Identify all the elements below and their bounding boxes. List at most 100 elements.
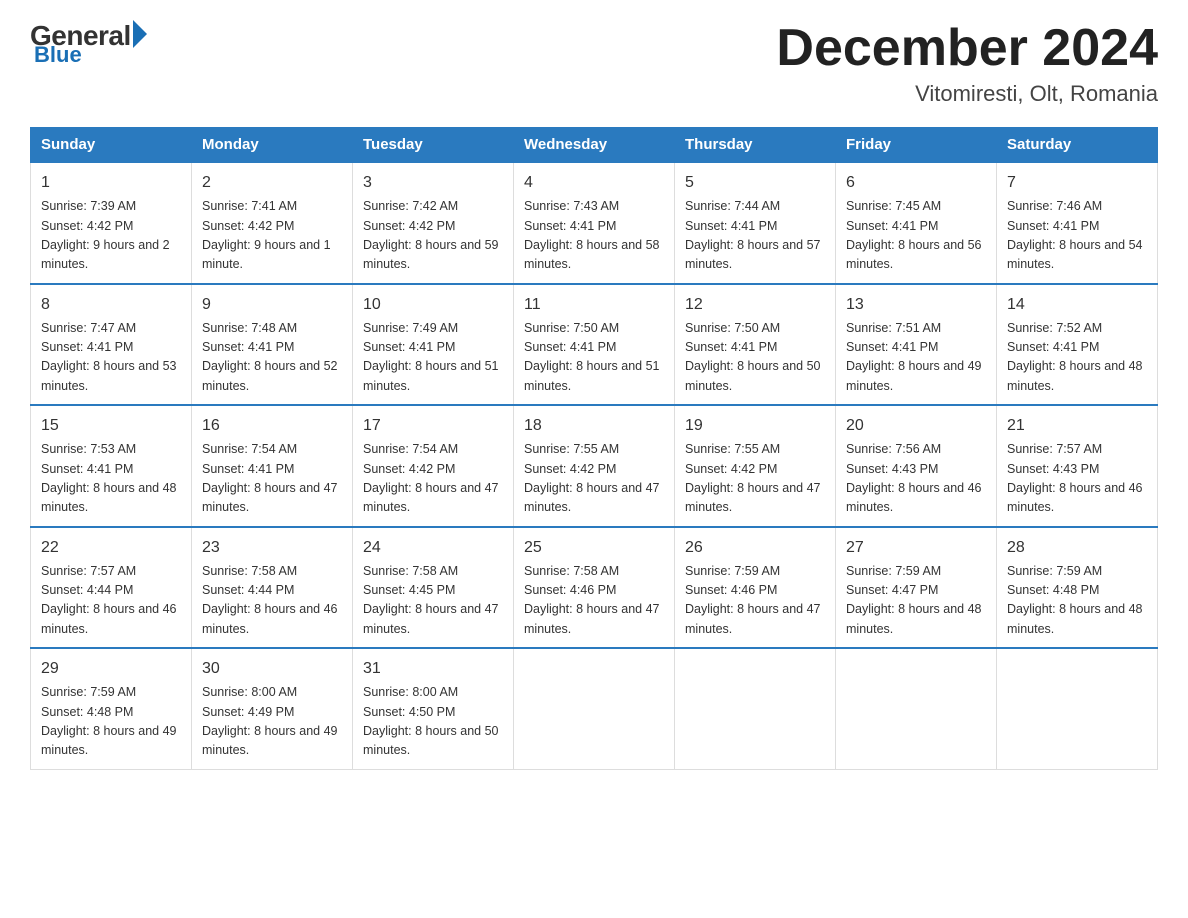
table-row: 23 Sunrise: 7:58 AM Sunset: 4:44 PM Dayl… (192, 527, 353, 649)
calendar-table: Sunday Monday Tuesday Wednesday Thursday… (30, 127, 1158, 770)
table-row: 7 Sunrise: 7:46 AM Sunset: 4:41 PM Dayli… (997, 162, 1158, 284)
calendar-week-row: 29 Sunrise: 7:59 AM Sunset: 4:48 PM Dayl… (31, 648, 1158, 769)
day-info: Sunrise: 7:55 AM Sunset: 4:42 PM Dayligh… (685, 440, 825, 518)
table-row: 12 Sunrise: 7:50 AM Sunset: 4:41 PM Dayl… (675, 284, 836, 406)
table-row: 14 Sunrise: 7:52 AM Sunset: 4:41 PM Dayl… (997, 284, 1158, 406)
day-number: 23 (202, 536, 342, 560)
table-row: 31 Sunrise: 8:00 AM Sunset: 4:50 PM Dayl… (353, 648, 514, 769)
day-info: Sunrise: 7:47 AM Sunset: 4:41 PM Dayligh… (41, 319, 181, 397)
table-row: 1 Sunrise: 7:39 AM Sunset: 4:42 PM Dayli… (31, 162, 192, 284)
table-row: 29 Sunrise: 7:59 AM Sunset: 4:48 PM Dayl… (31, 648, 192, 769)
day-info: Sunrise: 7:50 AM Sunset: 4:41 PM Dayligh… (685, 319, 825, 397)
calendar-week-row: 22 Sunrise: 7:57 AM Sunset: 4:44 PM Dayl… (31, 527, 1158, 649)
day-info: Sunrise: 7:41 AM Sunset: 4:42 PM Dayligh… (202, 197, 342, 275)
col-sunday: Sunday (31, 128, 192, 163)
day-number: 27 (846, 536, 986, 560)
day-number: 12 (685, 293, 825, 317)
day-info: Sunrise: 7:39 AM Sunset: 4:42 PM Dayligh… (41, 197, 181, 275)
day-info: Sunrise: 7:51 AM Sunset: 4:41 PM Dayligh… (846, 319, 986, 397)
day-info: Sunrise: 7:44 AM Sunset: 4:41 PM Dayligh… (685, 197, 825, 275)
table-row: 3 Sunrise: 7:42 AM Sunset: 4:42 PM Dayli… (353, 162, 514, 284)
month-title: December 2024 (776, 20, 1158, 77)
location-subtitle: Vitomiresti, Olt, Romania (776, 81, 1158, 107)
day-number: 11 (524, 293, 664, 317)
col-monday: Monday (192, 128, 353, 163)
day-info: Sunrise: 7:59 AM Sunset: 4:47 PM Dayligh… (846, 562, 986, 640)
day-info: Sunrise: 7:57 AM Sunset: 4:43 PM Dayligh… (1007, 440, 1147, 518)
calendar-week-row: 8 Sunrise: 7:47 AM Sunset: 4:41 PM Dayli… (31, 284, 1158, 406)
logo-arrow-icon (133, 20, 147, 48)
day-info: Sunrise: 7:54 AM Sunset: 4:42 PM Dayligh… (363, 440, 503, 518)
day-info: Sunrise: 7:59 AM Sunset: 4:48 PM Dayligh… (41, 683, 181, 761)
table-row: 8 Sunrise: 7:47 AM Sunset: 4:41 PM Dayli… (31, 284, 192, 406)
day-number: 25 (524, 536, 664, 560)
day-number: 3 (363, 171, 503, 195)
day-info: Sunrise: 8:00 AM Sunset: 4:49 PM Dayligh… (202, 683, 342, 761)
day-info: Sunrise: 7:59 AM Sunset: 4:48 PM Dayligh… (1007, 562, 1147, 640)
day-number: 13 (846, 293, 986, 317)
day-number: 22 (41, 536, 181, 560)
col-wednesday: Wednesday (514, 128, 675, 163)
table-row: 6 Sunrise: 7:45 AM Sunset: 4:41 PM Dayli… (836, 162, 997, 284)
table-row: 24 Sunrise: 7:58 AM Sunset: 4:45 PM Dayl… (353, 527, 514, 649)
table-row: 9 Sunrise: 7:48 AM Sunset: 4:41 PM Dayli… (192, 284, 353, 406)
table-row: 28 Sunrise: 7:59 AM Sunset: 4:48 PM Dayl… (997, 527, 1158, 649)
day-info: Sunrise: 7:52 AM Sunset: 4:41 PM Dayligh… (1007, 319, 1147, 397)
day-number: 9 (202, 293, 342, 317)
day-number: 16 (202, 414, 342, 438)
day-number: 19 (685, 414, 825, 438)
table-row: 17 Sunrise: 7:54 AM Sunset: 4:42 PM Dayl… (353, 405, 514, 527)
logo-blue-text: Blue (34, 42, 82, 68)
table-row: 18 Sunrise: 7:55 AM Sunset: 4:42 PM Dayl… (514, 405, 675, 527)
table-row (997, 648, 1158, 769)
logo: General Blue (30, 20, 147, 68)
day-number: 28 (1007, 536, 1147, 560)
day-info: Sunrise: 7:54 AM Sunset: 4:41 PM Dayligh… (202, 440, 342, 518)
day-number: 7 (1007, 171, 1147, 195)
title-block: December 2024 Vitomiresti, Olt, Romania (776, 20, 1158, 107)
day-number: 10 (363, 293, 503, 317)
table-row: 15 Sunrise: 7:53 AM Sunset: 4:41 PM Dayl… (31, 405, 192, 527)
table-row: 16 Sunrise: 7:54 AM Sunset: 4:41 PM Dayl… (192, 405, 353, 527)
day-number: 17 (363, 414, 503, 438)
day-info: Sunrise: 7:58 AM Sunset: 4:46 PM Dayligh… (524, 562, 664, 640)
day-number: 29 (41, 657, 181, 681)
day-number: 6 (846, 171, 986, 195)
day-number: 21 (1007, 414, 1147, 438)
day-number: 14 (1007, 293, 1147, 317)
table-row: 5 Sunrise: 7:44 AM Sunset: 4:41 PM Dayli… (675, 162, 836, 284)
table-row: 2 Sunrise: 7:41 AM Sunset: 4:42 PM Dayli… (192, 162, 353, 284)
day-info: Sunrise: 7:43 AM Sunset: 4:41 PM Dayligh… (524, 197, 664, 275)
table-row: 11 Sunrise: 7:50 AM Sunset: 4:41 PM Dayl… (514, 284, 675, 406)
day-info: Sunrise: 7:56 AM Sunset: 4:43 PM Dayligh… (846, 440, 986, 518)
col-tuesday: Tuesday (353, 128, 514, 163)
day-info: Sunrise: 7:48 AM Sunset: 4:41 PM Dayligh… (202, 319, 342, 397)
day-number: 8 (41, 293, 181, 317)
day-number: 15 (41, 414, 181, 438)
day-number: 5 (685, 171, 825, 195)
day-number: 30 (202, 657, 342, 681)
calendar-week-row: 1 Sunrise: 7:39 AM Sunset: 4:42 PM Dayli… (31, 162, 1158, 284)
table-row: 30 Sunrise: 8:00 AM Sunset: 4:49 PM Dayl… (192, 648, 353, 769)
table-row (514, 648, 675, 769)
day-info: Sunrise: 7:57 AM Sunset: 4:44 PM Dayligh… (41, 562, 181, 640)
day-info: Sunrise: 7:45 AM Sunset: 4:41 PM Dayligh… (846, 197, 986, 275)
table-row: 21 Sunrise: 7:57 AM Sunset: 4:43 PM Dayl… (997, 405, 1158, 527)
table-row (675, 648, 836, 769)
day-info: Sunrise: 7:58 AM Sunset: 4:44 PM Dayligh… (202, 562, 342, 640)
day-number: 20 (846, 414, 986, 438)
day-info: Sunrise: 7:58 AM Sunset: 4:45 PM Dayligh… (363, 562, 503, 640)
calendar-week-row: 15 Sunrise: 7:53 AM Sunset: 4:41 PM Dayl… (31, 405, 1158, 527)
table-row: 13 Sunrise: 7:51 AM Sunset: 4:41 PM Dayl… (836, 284, 997, 406)
day-info: Sunrise: 7:59 AM Sunset: 4:46 PM Dayligh… (685, 562, 825, 640)
page-header: General Blue December 2024 Vitomiresti, … (30, 20, 1158, 107)
col-thursday: Thursday (675, 128, 836, 163)
day-number: 2 (202, 171, 342, 195)
table-row: 20 Sunrise: 7:56 AM Sunset: 4:43 PM Dayl… (836, 405, 997, 527)
table-row: 4 Sunrise: 7:43 AM Sunset: 4:41 PM Dayli… (514, 162, 675, 284)
col-friday: Friday (836, 128, 997, 163)
day-number: 4 (524, 171, 664, 195)
table-row: 25 Sunrise: 7:58 AM Sunset: 4:46 PM Dayl… (514, 527, 675, 649)
day-number: 24 (363, 536, 503, 560)
table-row: 10 Sunrise: 7:49 AM Sunset: 4:41 PM Dayl… (353, 284, 514, 406)
